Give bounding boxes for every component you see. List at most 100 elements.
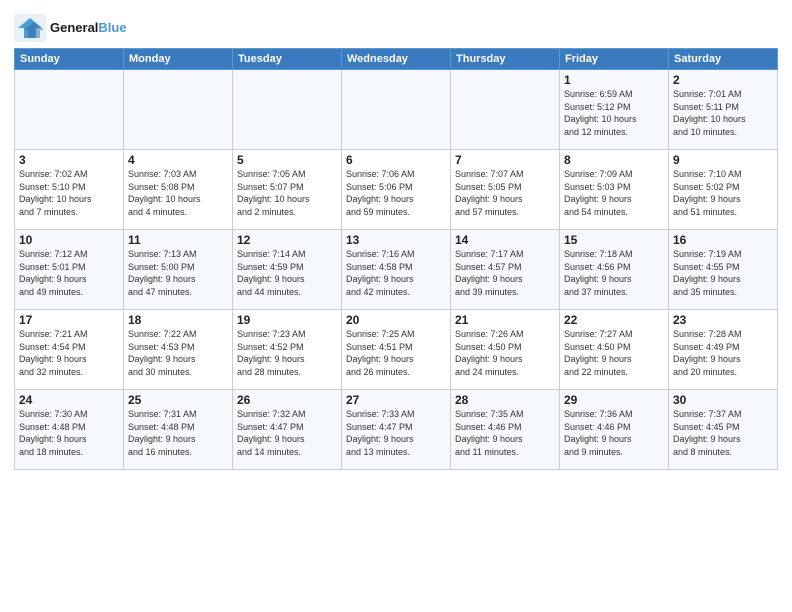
day-detail: Sunrise: 7:05 AM Sunset: 5:07 PM Dayligh… (237, 168, 337, 218)
day-number: 2 (673, 73, 773, 87)
day-detail: Sunrise: 7:18 AM Sunset: 4:56 PM Dayligh… (564, 248, 664, 298)
day-detail: Sunrise: 7:06 AM Sunset: 5:06 PM Dayligh… (346, 168, 446, 218)
day-detail: Sunrise: 7:23 AM Sunset: 4:52 PM Dayligh… (237, 328, 337, 378)
calendar-body: 1Sunrise: 6:59 AM Sunset: 5:12 PM Daylig… (15, 70, 778, 470)
day-number: 14 (455, 233, 555, 247)
day-detail: Sunrise: 7:31 AM Sunset: 4:48 PM Dayligh… (128, 408, 228, 458)
day-number: 10 (19, 233, 119, 247)
day-detail: Sunrise: 7:36 AM Sunset: 4:46 PM Dayligh… (564, 408, 664, 458)
day-number: 26 (237, 393, 337, 407)
day-detail: Sunrise: 7:27 AM Sunset: 4:50 PM Dayligh… (564, 328, 664, 378)
day-number: 29 (564, 393, 664, 407)
day-cell: 30Sunrise: 7:37 AM Sunset: 4:45 PM Dayli… (669, 390, 778, 470)
header-cell-tuesday: Tuesday (233, 49, 342, 70)
day-cell: 14Sunrise: 7:17 AM Sunset: 4:57 PM Dayli… (451, 230, 560, 310)
header-cell-sunday: Sunday (15, 49, 124, 70)
day-cell: 5Sunrise: 7:05 AM Sunset: 5:07 PM Daylig… (233, 150, 342, 230)
day-cell: 22Sunrise: 7:27 AM Sunset: 4:50 PM Dayli… (560, 310, 669, 390)
day-number: 28 (455, 393, 555, 407)
day-cell: 16Sunrise: 7:19 AM Sunset: 4:55 PM Dayli… (669, 230, 778, 310)
day-detail: Sunrise: 7:10 AM Sunset: 5:02 PM Dayligh… (673, 168, 773, 218)
day-number: 25 (128, 393, 228, 407)
day-detail: Sunrise: 7:07 AM Sunset: 5:05 PM Dayligh… (455, 168, 555, 218)
day-detail: Sunrise: 7:01 AM Sunset: 5:11 PM Dayligh… (673, 88, 773, 138)
day-detail: Sunrise: 7:13 AM Sunset: 5:00 PM Dayligh… (128, 248, 228, 298)
header-cell-monday: Monday (124, 49, 233, 70)
day-cell: 7Sunrise: 7:07 AM Sunset: 5:05 PM Daylig… (451, 150, 560, 230)
week-row-5: 24Sunrise: 7:30 AM Sunset: 4:48 PM Dayli… (15, 390, 778, 470)
day-detail: Sunrise: 7:26 AM Sunset: 4:50 PM Dayligh… (455, 328, 555, 378)
day-detail: Sunrise: 7:22 AM Sunset: 4:53 PM Dayligh… (128, 328, 228, 378)
header-cell-wednesday: Wednesday (342, 49, 451, 70)
logo-text: GeneralBlue (50, 20, 127, 36)
day-cell (233, 70, 342, 150)
day-detail: Sunrise: 7:21 AM Sunset: 4:54 PM Dayligh… (19, 328, 119, 378)
day-detail: Sunrise: 7:17 AM Sunset: 4:57 PM Dayligh… (455, 248, 555, 298)
day-number: 7 (455, 153, 555, 167)
page: GeneralBlue SundayMondayTuesdayWednesday… (0, 0, 792, 612)
day-cell: 15Sunrise: 7:18 AM Sunset: 4:56 PM Dayli… (560, 230, 669, 310)
day-number: 22 (564, 313, 664, 327)
day-detail: Sunrise: 7:03 AM Sunset: 5:08 PM Dayligh… (128, 168, 228, 218)
header-cell-thursday: Thursday (451, 49, 560, 70)
day-detail: Sunrise: 7:28 AM Sunset: 4:49 PM Dayligh… (673, 328, 773, 378)
day-number: 21 (455, 313, 555, 327)
day-detail: Sunrise: 7:19 AM Sunset: 4:55 PM Dayligh… (673, 248, 773, 298)
day-detail: Sunrise: 7:33 AM Sunset: 4:47 PM Dayligh… (346, 408, 446, 458)
day-number: 19 (237, 313, 337, 327)
day-detail: Sunrise: 7:30 AM Sunset: 4:48 PM Dayligh… (19, 408, 119, 458)
day-cell: 13Sunrise: 7:16 AM Sunset: 4:58 PM Dayli… (342, 230, 451, 310)
logo-icon (14, 14, 46, 42)
header-cell-saturday: Saturday (669, 49, 778, 70)
day-cell (342, 70, 451, 150)
calendar-table: SundayMondayTuesdayWednesdayThursdayFrid… (14, 48, 778, 470)
day-cell: 9Sunrise: 7:10 AM Sunset: 5:02 PM Daylig… (669, 150, 778, 230)
day-cell: 4Sunrise: 7:03 AM Sunset: 5:08 PM Daylig… (124, 150, 233, 230)
day-cell: 19Sunrise: 7:23 AM Sunset: 4:52 PM Dayli… (233, 310, 342, 390)
day-cell: 26Sunrise: 7:32 AM Sunset: 4:47 PM Dayli… (233, 390, 342, 470)
day-number: 9 (673, 153, 773, 167)
day-cell (451, 70, 560, 150)
day-number: 15 (564, 233, 664, 247)
day-cell: 11Sunrise: 7:13 AM Sunset: 5:00 PM Dayli… (124, 230, 233, 310)
day-cell: 25Sunrise: 7:31 AM Sunset: 4:48 PM Dayli… (124, 390, 233, 470)
calendar-header: SundayMondayTuesdayWednesdayThursdayFrid… (15, 49, 778, 70)
day-number: 24 (19, 393, 119, 407)
day-detail: Sunrise: 7:32 AM Sunset: 4:47 PM Dayligh… (237, 408, 337, 458)
day-number: 8 (564, 153, 664, 167)
day-detail: Sunrise: 7:09 AM Sunset: 5:03 PM Dayligh… (564, 168, 664, 218)
day-detail: Sunrise: 7:14 AM Sunset: 4:59 PM Dayligh… (237, 248, 337, 298)
day-cell: 21Sunrise: 7:26 AM Sunset: 4:50 PM Dayli… (451, 310, 560, 390)
day-cell: 20Sunrise: 7:25 AM Sunset: 4:51 PM Dayli… (342, 310, 451, 390)
day-cell: 27Sunrise: 7:33 AM Sunset: 4:47 PM Dayli… (342, 390, 451, 470)
day-number: 18 (128, 313, 228, 327)
day-detail: Sunrise: 6:59 AM Sunset: 5:12 PM Dayligh… (564, 88, 664, 138)
day-detail: Sunrise: 7:35 AM Sunset: 4:46 PM Dayligh… (455, 408, 555, 458)
day-cell: 29Sunrise: 7:36 AM Sunset: 4:46 PM Dayli… (560, 390, 669, 470)
header: GeneralBlue (14, 10, 778, 42)
day-number: 5 (237, 153, 337, 167)
day-cell: 2Sunrise: 7:01 AM Sunset: 5:11 PM Daylig… (669, 70, 778, 150)
logo: GeneralBlue (14, 14, 127, 42)
day-cell: 1Sunrise: 6:59 AM Sunset: 5:12 PM Daylig… (560, 70, 669, 150)
day-number: 20 (346, 313, 446, 327)
day-detail: Sunrise: 7:12 AM Sunset: 5:01 PM Dayligh… (19, 248, 119, 298)
day-cell: 6Sunrise: 7:06 AM Sunset: 5:06 PM Daylig… (342, 150, 451, 230)
day-number: 11 (128, 233, 228, 247)
day-detail: Sunrise: 7:02 AM Sunset: 5:10 PM Dayligh… (19, 168, 119, 218)
week-row-4: 17Sunrise: 7:21 AM Sunset: 4:54 PM Dayli… (15, 310, 778, 390)
day-cell: 8Sunrise: 7:09 AM Sunset: 5:03 PM Daylig… (560, 150, 669, 230)
day-cell: 10Sunrise: 7:12 AM Sunset: 5:01 PM Dayli… (15, 230, 124, 310)
day-number: 12 (237, 233, 337, 247)
day-number: 17 (19, 313, 119, 327)
day-number: 3 (19, 153, 119, 167)
day-number: 1 (564, 73, 664, 87)
day-number: 6 (346, 153, 446, 167)
day-cell: 24Sunrise: 7:30 AM Sunset: 4:48 PM Dayli… (15, 390, 124, 470)
day-cell: 18Sunrise: 7:22 AM Sunset: 4:53 PM Dayli… (124, 310, 233, 390)
day-number: 13 (346, 233, 446, 247)
header-row: SundayMondayTuesdayWednesdayThursdayFrid… (15, 49, 778, 70)
day-detail: Sunrise: 7:16 AM Sunset: 4:58 PM Dayligh… (346, 248, 446, 298)
day-cell: 12Sunrise: 7:14 AM Sunset: 4:59 PM Dayli… (233, 230, 342, 310)
header-cell-friday: Friday (560, 49, 669, 70)
